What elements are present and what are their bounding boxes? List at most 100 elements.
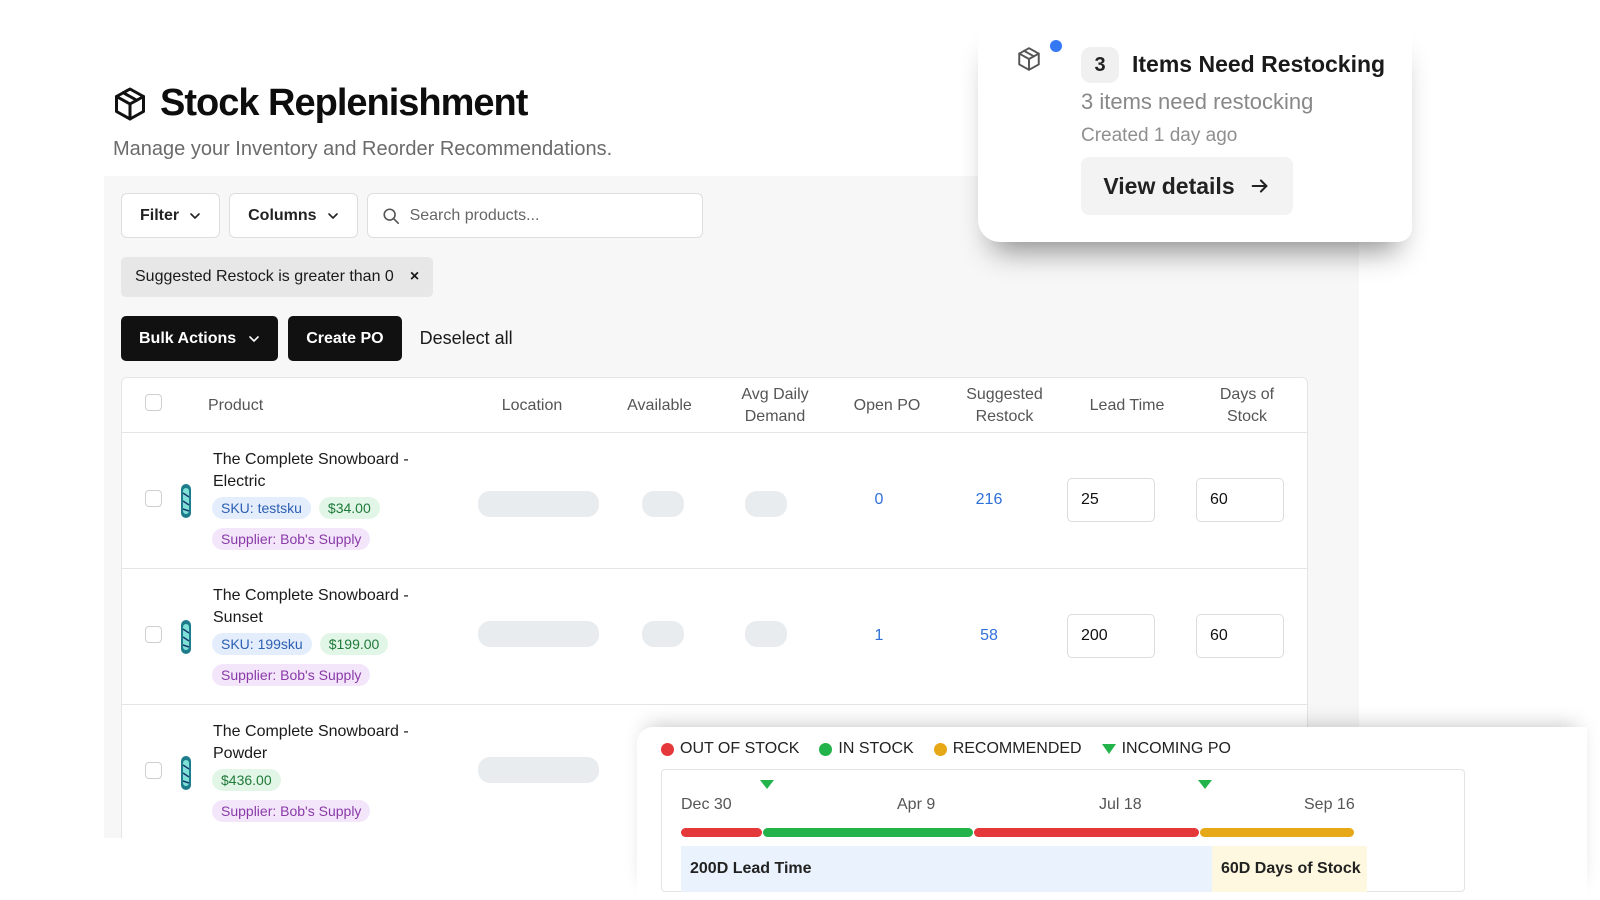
bulk-actions-bar: Bulk Actions Create PO Deselect all	[121, 316, 513, 361]
sku-badge: SKU: 199sku	[212, 633, 312, 655]
legend-label: INCOMING PO	[1121, 740, 1231, 757]
column-header-product[interactable]: Product	[208, 378, 298, 433]
legend-label: IN STOCK	[838, 740, 914, 757]
close-icon[interactable]: ×	[410, 268, 419, 286]
timeline-date: Jul 18	[1099, 796, 1142, 813]
column-header-open-po[interactable]: Open PO	[842, 378, 932, 433]
days-of-stock-input[interactable]: 60	[1196, 614, 1284, 658]
legend-out-of-stock: OUT OF STOCK	[661, 740, 799, 758]
open-po-link[interactable]: 0	[849, 491, 909, 509]
notification-count-badge: 3	[1081, 47, 1119, 83]
column-header-suggested-restock[interactable]: Suggested Restock	[952, 378, 1057, 433]
demand-skeleton	[745, 621, 787, 647]
timeline-date: Sep 16	[1304, 796, 1355, 813]
supplier-tags: Supplier: Bob's Supply	[212, 528, 371, 550]
row-checkbox[interactable]	[145, 490, 162, 507]
supplier-badge: Supplier: Bob's Supply	[212, 800, 371, 822]
notification-timestamp: Created 1 day ago	[1081, 125, 1238, 146]
row-checkbox[interactable]	[145, 762, 162, 779]
product-tags: SKU: testsku $34.00	[212, 497, 380, 519]
incoming-po-marker-icon	[1198, 780, 1212, 789]
chevron-down-icon	[190, 212, 200, 219]
suggested-restock-link[interactable]: 216	[959, 491, 1019, 509]
triangle-down-icon	[1101, 744, 1116, 754]
legend-label: OUT OF STOCK	[680, 740, 800, 757]
legend-incoming-po: INCOMING PO	[1101, 740, 1231, 758]
in-stock-segment	[763, 828, 973, 837]
supplier-badge: Supplier: Bob's Supply	[212, 664, 371, 686]
toolbar: Filter Columns Search products...	[121, 193, 703, 238]
view-details-label: View details	[1103, 172, 1235, 199]
lead-time-input[interactable]: 200	[1067, 614, 1155, 658]
incoming-po-marker-icon	[760, 780, 774, 789]
recommended-segment	[1200, 828, 1354, 837]
supplier-tags: Supplier: Bob's Supply	[212, 800, 371, 822]
available-skeleton	[642, 491, 684, 517]
filter-label: Filter	[140, 206, 180, 224]
price-badge: $436.00	[212, 769, 281, 791]
snowboard-thumbnail-icon	[181, 756, 191, 790]
product-name[interactable]: The Complete Snowboard - Powder	[213, 721, 443, 765]
legend-label: RECOMMENDED	[952, 740, 1082, 757]
supplier-badge: Supplier: Bob's Supply	[212, 528, 371, 550]
column-header-location[interactable]: Location	[482, 378, 582, 433]
view-details-button[interactable]: View details	[1081, 157, 1293, 215]
select-all-checkbox[interactable]	[145, 394, 162, 411]
table-row[interactable]: The Complete Snowboard - Sunset SKU: 199…	[122, 569, 1307, 705]
product-name[interactable]: The Complete Snowboard - Electric	[213, 449, 443, 493]
open-po-link[interactable]: 1	[849, 627, 909, 645]
deselect-all-button[interactable]: Deselect all	[420, 328, 513, 349]
filter-chip-label: Suggested Restock is greater than 0	[135, 268, 394, 285]
legend-in-stock: IN STOCK	[819, 740, 914, 758]
column-header-days-of-stock[interactable]: Days of Stock	[1202, 378, 1292, 433]
search-icon	[383, 207, 399, 224]
chevron-down-icon	[249, 335, 260, 342]
stock-timeline-card: OUT OF STOCK IN STOCK RECOMMENDED INCOMI…	[637, 727, 1587, 900]
bulk-actions-button[interactable]: Bulk Actions	[121, 316, 279, 361]
page-subtitle: Manage your Inventory and Reorder Recomm…	[113, 138, 613, 160]
timeline-legend: OUT OF STOCK IN STOCK RECOMMENDED INCOMI…	[661, 740, 1231, 758]
location-skeleton	[478, 491, 599, 517]
snowboard-thumbnail-icon	[181, 620, 191, 654]
out-of-stock-segment	[974, 828, 1199, 837]
create-po-button[interactable]: Create PO	[288, 316, 402, 361]
columns-button[interactable]: Columns	[229, 193, 358, 238]
timeline-track: Dec 30 Apr 9 Jul 18 Sep 16 200D Lead Tim…	[661, 769, 1465, 892]
package-icon	[1018, 47, 1040, 71]
sku-badge: SKU: testsku	[212, 497, 311, 519]
column-header-avg-daily-demand[interactable]: Avg Daily Demand	[730, 378, 820, 433]
location-skeleton	[478, 621, 599, 647]
filter-button[interactable]: Filter	[121, 193, 221, 238]
days-of-stock-input[interactable]: 60	[1196, 478, 1284, 522]
recommended-dot-icon	[933, 742, 947, 756]
page-title: Stock Replenishment	[160, 82, 528, 124]
notification-title: Items Need Restocking	[1132, 51, 1386, 77]
column-header-lead-time[interactable]: Lead Time	[1077, 378, 1177, 433]
active-filter-chip[interactable]: Suggested Restock is greater than 0 ×	[121, 257, 434, 297]
columns-label: Columns	[248, 206, 317, 224]
table-row[interactable]: The Complete Snowboard - Electric SKU: t…	[122, 433, 1307, 569]
location-skeleton	[478, 757, 599, 783]
unread-dot	[1050, 40, 1062, 52]
product-name[interactable]: The Complete Snowboard - Sunset	[213, 585, 443, 629]
product-tags: $436.00	[212, 769, 281, 791]
demand-skeleton	[745, 491, 787, 517]
lead-time-input[interactable]: 25	[1067, 478, 1155, 522]
timeline-date: Dec 30	[681, 796, 732, 813]
arrow-right-icon	[1251, 179, 1268, 193]
suggested-restock-link[interactable]: 58	[959, 627, 1019, 645]
column-header-available[interactable]: Available	[612, 378, 707, 433]
page-header: Stock Replenishment	[112, 82, 528, 125]
days-of-stock-bar: 60D Days of Stock	[1212, 846, 1367, 892]
row-checkbox[interactable]	[145, 626, 162, 643]
price-badge: $199.00	[319, 633, 389, 655]
timeline-date: Apr 9	[897, 796, 936, 813]
notification-description: 3 items need restocking	[1081, 89, 1314, 114]
restock-notification-card: 3 Items Need Restocking 3 items need res…	[978, 22, 1412, 242]
in-stock-dot-icon	[819, 742, 833, 756]
search-input[interactable]: Search products...	[366, 193, 703, 238]
search-placeholder: Search products...	[409, 206, 540, 224]
table-header: Product Location Available Avg Daily Dem…	[122, 378, 1307, 433]
snowboard-thumbnail-icon	[181, 484, 191, 518]
product-tags: SKU: 199sku $199.00	[212, 633, 389, 655]
